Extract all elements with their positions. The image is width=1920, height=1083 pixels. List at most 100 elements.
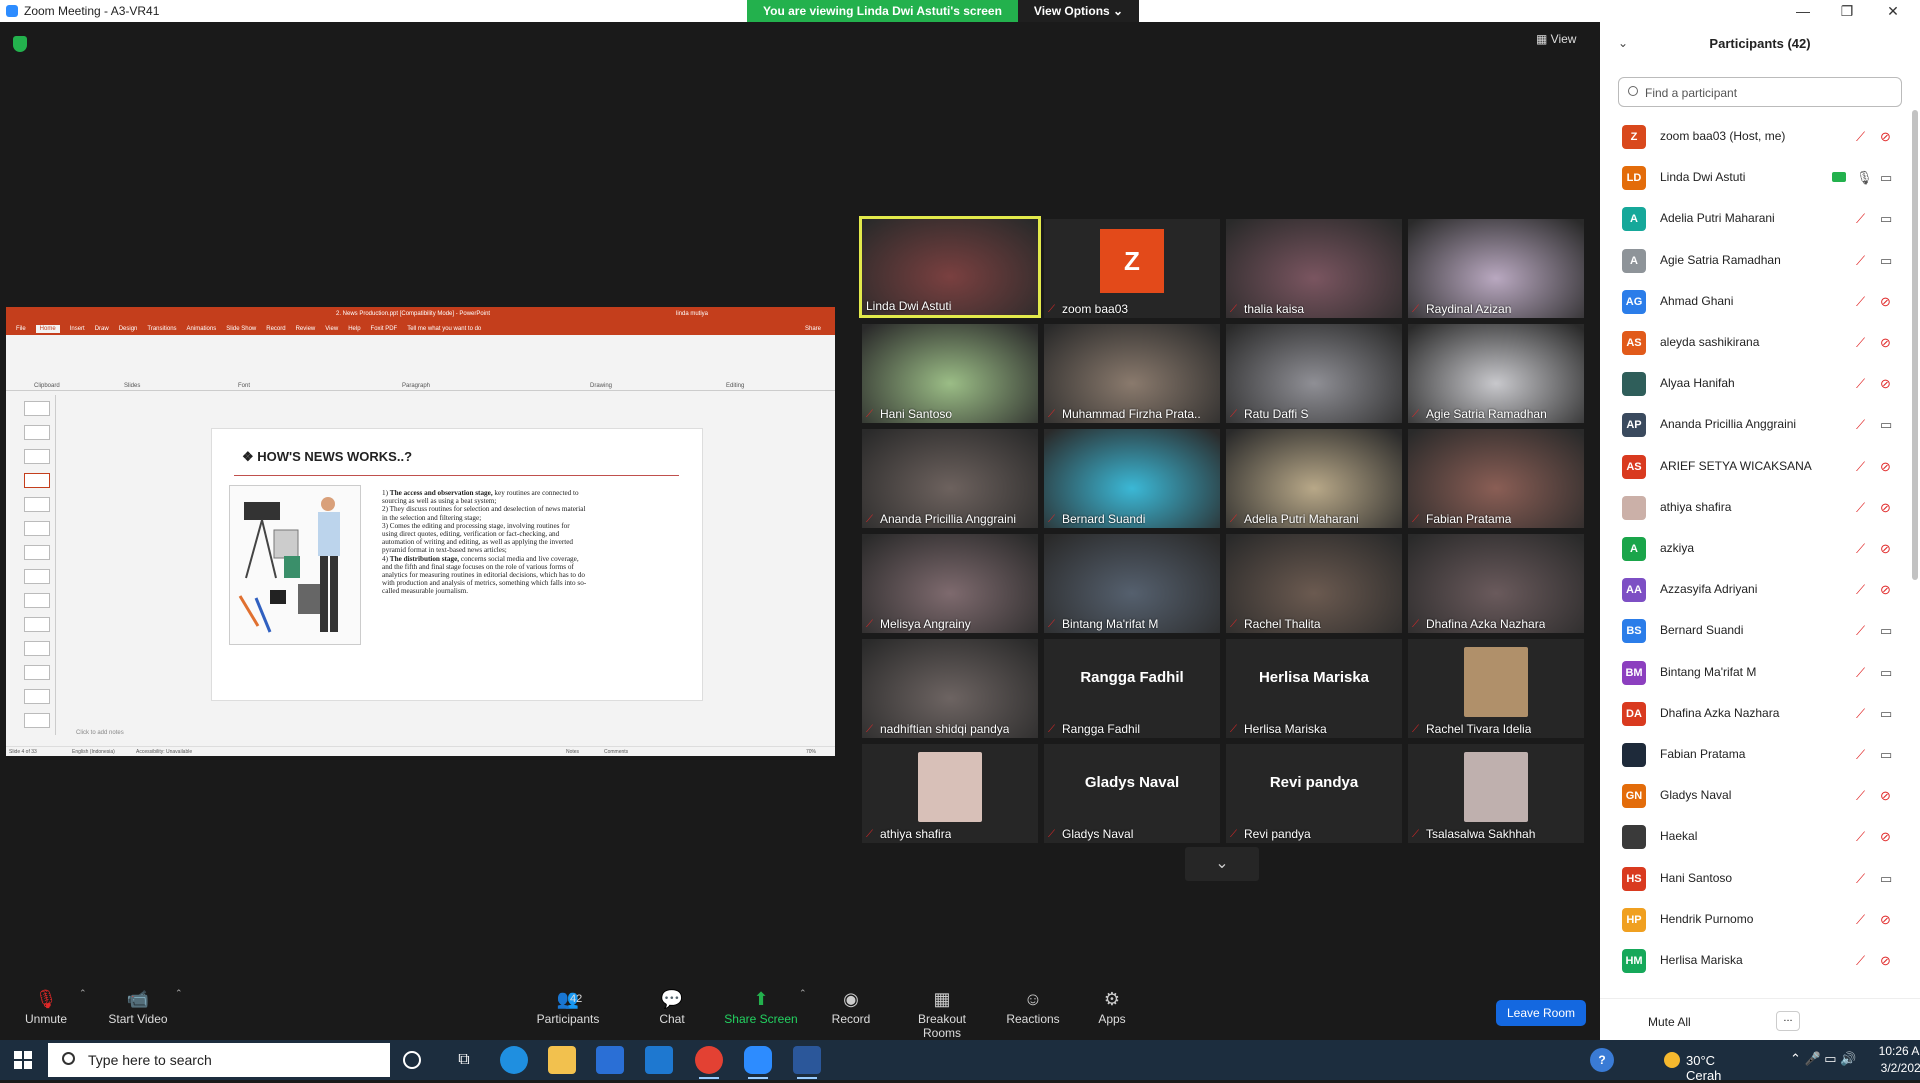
word-app-icon[interactable] <box>793 1046 821 1079</box>
apps-button[interactable]: ⚙ Apps <box>1094 986 1130 1026</box>
microphone-muted-icon: ⟋ <box>1412 304 1419 315</box>
participant-row[interactable]: HS Hani Santoso ⟋ ▭ <box>1600 858 1912 899</box>
video-tile[interactable]: ⟋ Ratu Daffi S <box>1226 324 1402 423</box>
leave-room-button[interactable]: Leave Room <box>1496 1000 1586 1026</box>
video-tile[interactable]: ⟋ thalia kaisa <box>1226 219 1402 318</box>
participant-search-input[interactable]: Find a participant <box>1618 77 1902 107</box>
unmute-button[interactable]: 🎙 Unmute <box>22 986 70 1026</box>
chrome-browser-icon[interactable] <box>695 1046 723 1079</box>
participant-row[interactable]: Haekal ⟋ ⊘ <box>1600 816 1912 857</box>
video-tile[interactable]: Gladys Naval ⟋ Gladys Naval <box>1044 744 1220 843</box>
video-tile[interactable]: Herlisa Mariska ⟋ Herlisa Mariska <box>1226 639 1402 738</box>
video-tile[interactable]: ⟋ Bintang Ma'rifat M <box>1044 534 1220 633</box>
file-explorer-icon[interactable] <box>548 1046 576 1074</box>
video-tile[interactable]: ⟋ Muhammad Firzha Prata... <box>1044 324 1220 423</box>
avatar: BM <box>1622 660 1646 685</box>
video-tile[interactable]: ⟋ nadhiftian shidqi pandya <box>862 639 1038 738</box>
chat-button[interactable]: 💬 Chat <box>652 986 692 1026</box>
video-tile[interactable]: Linda Dwi Astuti <box>859 216 1041 318</box>
microphone-muted-icon: ⟋ <box>1856 582 1866 598</box>
zoom-app-icon[interactable] <box>744 1046 772 1079</box>
video-tile[interactable]: ⟋ Agie Satria Ramadhan <box>1408 324 1584 423</box>
slide-thumbnail <box>24 521 50 536</box>
participant-row[interactable]: athiya shafira ⟋ ⊘ <box>1600 487 1912 528</box>
slide-thumbnail <box>24 617 50 632</box>
video-camera-icon: ▭ <box>1880 170 1893 186</box>
video-off-icon: ⊘ <box>1880 293 1891 309</box>
avatar: Z <box>1100 229 1164 293</box>
taskbar-search-input[interactable]: Type here to search <box>48 1043 390 1077</box>
start-video-button[interactable]: 📹 Start Video <box>106 986 170 1026</box>
security-shield-icon[interactable] <box>13 36 27 52</box>
maximize-button[interactable]: ❐ <box>1832 3 1862 20</box>
participant-row[interactable]: BM Bintang Ma'rifat M ⟋ ▭ <box>1600 652 1912 693</box>
clock-date[interactable]: 3/2/2022 <box>1874 1061 1920 1075</box>
participants-count: 42 <box>570 993 583 1005</box>
video-tile[interactable]: ⟋ Melisya Angrainy <box>862 534 1038 633</box>
reactions-button[interactable]: ☺ Reactions <box>1006 986 1060 1026</box>
gallery-next-page-button[interactable]: ⌄ <box>1185 847 1259 881</box>
participant-list-scrollbar[interactable] <box>1912 110 1918 580</box>
participant-row[interactable]: AG Ahmad Ghani ⟋ ⊘ <box>1600 281 1912 322</box>
participant-row[interactable]: BS Bernard Suandi ⟋ ▭ <box>1600 610 1912 651</box>
windows-start-icon[interactable] <box>14 1051 32 1069</box>
task-view-icon[interactable]: ⧉ <box>450 1046 478 1074</box>
participant-row[interactable]: AS ARIEF SETYA WICAKSANA ⟋ ⊘ <box>1600 446 1912 487</box>
participant-row[interactable]: GN Gladys Naval ⟋ ⊘ <box>1600 775 1912 816</box>
participant-row[interactable]: AS aleyda sashikirana ⟋ ⊘ <box>1600 322 1912 363</box>
tray-icons[interactable]: ⌃ 🎤 ▭ 🔊 <box>1790 1051 1856 1067</box>
participant-row[interactable]: A Agie Satria Ramadhan ⟋ ▭ <box>1600 240 1912 281</box>
video-tile[interactable]: ⟋ Raydinal Azizan <box>1408 219 1584 318</box>
video-tile[interactable]: Rangga Fadhil ⟋ Rangga Fadhil <box>1044 639 1220 738</box>
close-button[interactable]: ✕ <box>1878 3 1908 20</box>
ppt-tab-home: Home <box>35 324 60 333</box>
participant-row[interactable]: Zzoom baa03 (Host, me) ⟋ ⊘ <box>1600 116 1912 157</box>
video-tile[interactable]: ⟋ Hani Santoso <box>862 324 1038 423</box>
ppt-tab-record: Record <box>266 325 286 332</box>
video-tile[interactable]: ⟋ Bernard Suandi <box>1044 429 1220 528</box>
video-tile[interactable]: Z ⟋ zoom baa03 <box>1044 219 1220 318</box>
participant-row[interactable]: A Adelia Putri Maharani ⟋ ▭ <box>1600 198 1912 239</box>
video-tile[interactable]: ⟋ Adelia Putri Maharani <box>1226 429 1402 528</box>
weather-text[interactable]: 30°C Cerah <box>1686 1053 1721 1083</box>
video-tile[interactable]: ⟋ athiya shafira <box>862 744 1038 843</box>
participant-row[interactable]: Alyaa Hanifah ⟋ ⊘ <box>1600 363 1912 404</box>
video-tile[interactable]: Revi pandya ⟋ Revi pandya <box>1226 744 1402 843</box>
edge-browser-icon[interactable] <box>500 1046 528 1074</box>
ppt-tab-transitions: Transitions <box>147 325 177 332</box>
more-options-button[interactable]: ... <box>1776 1011 1800 1031</box>
avatar <box>1622 743 1646 767</box>
microphone-muted-icon: ⟋ <box>1412 514 1419 525</box>
minimize-button[interactable]: — <box>1788 3 1818 19</box>
help-icon[interactable]: ? <box>1590 1048 1614 1072</box>
participant-row[interactable]: Fabian Pratama ⟋ ▭ <box>1600 734 1912 775</box>
participant-name: Gladys Naval <box>1660 788 1732 803</box>
ppt-group-drawing: Drawing <box>590 383 613 389</box>
participant-row[interactable]: HM Herlisa Mariska ⟋ ⊘ <box>1600 940 1912 981</box>
mail-icon[interactable] <box>645 1046 673 1074</box>
video-tile[interactable]: ⟋ Tsalasalwa Sakhhah <box>1408 744 1584 843</box>
video-tile[interactable]: ⟋ Ananda Pricillia Anggraini <box>862 429 1038 528</box>
mute-all-button[interactable]: Mute All <box>1648 1015 1691 1029</box>
participant-name-label: Ratu Daffi S <box>1244 407 1309 421</box>
participant-row[interactable]: AP Ananda Pricillia Anggraini ⟋ ▭ <box>1600 404 1912 445</box>
ppt-tab-animations: Animations <box>186 325 217 332</box>
video-tile[interactable]: ⟋ Dhafina Azka Nazhara <box>1408 534 1584 633</box>
cortana-icon[interactable] <box>403 1051 421 1069</box>
video-tile[interactable]: ⟋ Fabian Pratama <box>1408 429 1584 528</box>
share-screen-button[interactable]: ⬆ Share Screen <box>724 986 798 1026</box>
view-button[interactable]: ▦ View <box>1536 32 1576 46</box>
participant-row[interactable]: Aazkiya ⟋ ⊘ <box>1600 528 1912 569</box>
view-options-button[interactable]: View Options ⌄ <box>1017 0 1140 22</box>
participant-row[interactable]: DA Dhafina Azka Nazhara ⟋ ▭ <box>1600 693 1912 734</box>
video-tile[interactable]: ⟋ Rachel Thalita <box>1226 534 1402 633</box>
participant-row[interactable]: HP Hendrik Purnomo ⟋ ⊘ <box>1600 899 1912 940</box>
participant-row[interactable]: AA Azzasyifa Adriyani ⟋ ⊘ <box>1600 569 1912 610</box>
microsoft-store-icon[interactable] <box>596 1046 624 1074</box>
participants-button[interactable]: 👥 42 Participants <box>536 986 600 1026</box>
video-tile[interactable]: ⟋ Rachel Tivara Idelia <box>1408 639 1584 738</box>
participant-row[interactable]: LD Linda Dwi Astuti 🎙 ▭ <box>1600 157 1912 198</box>
record-button[interactable]: ◉ Record <box>830 986 872 1026</box>
breakout-rooms-button[interactable]: ▦ Breakout Rooms <box>898 986 986 1040</box>
clock-time[interactable]: 10:26 AM <box>1874 1044 1920 1058</box>
